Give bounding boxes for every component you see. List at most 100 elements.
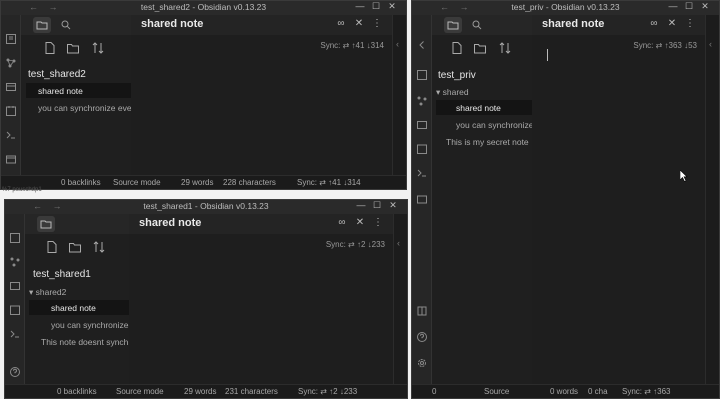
files-tab[interactable] xyxy=(37,216,55,232)
command-palette-icon[interactable] xyxy=(5,129,17,141)
right-sidebar-toggle[interactable]: ‹ xyxy=(392,15,406,189)
file-item[interactable]: This is my secret note xyxy=(436,135,532,150)
chevron-left-icon: ‹ xyxy=(709,39,712,49)
vault-name: test_priv xyxy=(438,70,476,81)
graph-view-icon[interactable] xyxy=(9,256,21,268)
chevron-left-icon: ‹ xyxy=(397,238,400,248)
more-options-icon[interactable]: ⋮ xyxy=(368,18,386,29)
text-cursor xyxy=(547,49,548,61)
sync-status[interactable]: Sync: ⇄ ↑2 ↓233 xyxy=(298,387,357,396)
chevron-down-icon: ▾ xyxy=(29,287,36,297)
sync-status[interactable]: Sync: ⇄ ↑41 ↓314 xyxy=(297,178,361,187)
window-controls: — ☐ ✕ xyxy=(665,1,713,12)
sort-icon[interactable] xyxy=(498,41,512,55)
editor-mode[interactable]: Source mode xyxy=(116,387,164,396)
note-title[interactable]: shared note xyxy=(139,217,201,229)
sync-status-top: Sync: ⇄ ↑41 ↓314 xyxy=(320,41,384,50)
backlinks-count[interactable]: 0 backlinks xyxy=(57,387,97,396)
sort-icon[interactable] xyxy=(91,41,105,55)
files-tab[interactable] xyxy=(444,17,462,33)
open-quick-switcher-icon[interactable] xyxy=(5,33,17,45)
sync-status[interactable]: Sync: ⇄ ↑363 xyxy=(622,387,671,396)
templates-icon[interactable] xyxy=(416,119,428,131)
open-vault-icon[interactable] xyxy=(416,193,428,205)
glasses-icon[interactable]: ∞ xyxy=(332,18,350,29)
close-icon[interactable]: ✕ xyxy=(663,18,681,29)
note-title[interactable]: shared note xyxy=(542,18,604,30)
command-palette-icon[interactable] xyxy=(416,167,428,179)
new-note-icon[interactable] xyxy=(450,41,464,55)
open-quick-switcher-icon[interactable] xyxy=(9,232,21,244)
folder-label: shared2 xyxy=(35,287,67,297)
editor-pane: shared note ∞ ✕ ⋮ Sync: ⇄ ↑2 ↓233 xyxy=(129,214,393,384)
sidebar-tabs xyxy=(25,214,129,234)
more-options-icon[interactable]: ⋮ xyxy=(681,18,699,29)
file-item[interactable]: you can synchronize xyxy=(29,318,129,333)
maximize-button[interactable]: ☐ xyxy=(369,200,385,211)
file-item[interactable]: you can synchronize xyxy=(436,118,532,133)
sidebar-tabs xyxy=(432,15,532,35)
editor-mode[interactable]: Source mode xyxy=(113,178,161,187)
file-explorer: test_priv ▾ shared shared note you can s… xyxy=(432,15,532,384)
open-quick-switcher-icon[interactable] xyxy=(416,69,428,81)
vault-switcher-icon[interactable] xyxy=(416,305,428,317)
daily-note-icon[interactable] xyxy=(416,143,428,155)
command-palette-icon[interactable] xyxy=(9,328,21,340)
folder-item[interactable]: ▾ shared xyxy=(436,87,469,98)
search-tab[interactable] xyxy=(57,17,75,33)
editor-actions: ∞ ✕ ⋮ xyxy=(333,217,387,228)
chevron-down-icon: ▾ xyxy=(436,87,443,97)
close-icon[interactable]: ✕ xyxy=(350,18,368,29)
backlinks-count[interactable]: 0 xyxy=(432,387,436,396)
right-sidebar-toggle[interactable]: ‹ xyxy=(705,15,719,398)
minimize-button[interactable]: — xyxy=(352,1,368,11)
daily-note-icon[interactable] xyxy=(5,105,17,117)
new-folder-icon[interactable] xyxy=(66,41,80,55)
file-item[interactable]: shared note xyxy=(436,100,532,115)
close-window-button[interactable]: ✕ xyxy=(385,200,401,211)
templates-icon[interactable] xyxy=(9,280,21,292)
file-item[interactable]: shared note xyxy=(29,300,129,315)
close-window-button[interactable]: ✕ xyxy=(384,1,400,12)
backlinks-count[interactable]: 0 backlinks xyxy=(61,178,101,187)
window-controls: — ☐ ✕ xyxy=(353,200,401,211)
note-title[interactable]: shared note xyxy=(141,18,203,30)
maximize-button[interactable]: ☐ xyxy=(368,1,384,12)
sort-icon[interactable] xyxy=(92,240,106,254)
new-note-icon[interactable] xyxy=(45,240,59,254)
search-tab[interactable] xyxy=(468,17,486,33)
new-note-icon[interactable] xyxy=(43,41,57,55)
status-bar: 0 backlinks Source mode 29 words 228 cha… xyxy=(1,175,406,189)
files-tab[interactable] xyxy=(33,17,51,33)
more-options-icon[interactable]: ⋮ xyxy=(369,217,387,228)
window-test-shared2: ← → test_shared2 - Obsidian v0.13.23 — ☐ ✕… xyxy=(0,0,407,190)
folder-item[interactable]: ▾ shared2 xyxy=(29,287,66,298)
file-item[interactable]: you can synchronize eve xyxy=(26,101,131,116)
right-sidebar-toggle[interactable]: ‹ xyxy=(393,214,407,398)
status-bar: 0 backlinks Source mode 29 words 231 cha… xyxy=(5,384,407,398)
title-bar: ← → test_shared1 - Obsidian v0.13.23 — ☐ ✕ xyxy=(5,200,407,214)
new-folder-icon[interactable] xyxy=(473,41,487,55)
new-folder-icon[interactable] xyxy=(68,240,82,254)
glasses-icon[interactable]: ∞ xyxy=(645,18,663,29)
help-icon[interactable] xyxy=(416,331,428,343)
collapse-icon[interactable] xyxy=(416,39,428,51)
close-window-button[interactable]: ✕ xyxy=(697,1,713,12)
word-count: 29 words xyxy=(181,178,214,187)
graph-view-icon[interactable] xyxy=(416,95,428,107)
glasses-icon[interactable]: ∞ xyxy=(333,217,351,228)
close-icon[interactable]: ✕ xyxy=(351,217,369,228)
daily-note-icon[interactable] xyxy=(9,304,21,316)
file-explorer: test_shared1 ▾ shared2 shared note you c… xyxy=(25,214,129,384)
help-icon[interactable] xyxy=(9,366,21,378)
file-item[interactable]: shared note xyxy=(26,83,131,98)
settings-icon[interactable] xyxy=(416,357,428,369)
file-item[interactable]: This note doesnt synch xyxy=(29,335,129,350)
graph-view-icon[interactable] xyxy=(5,57,17,69)
minimize-button[interactable]: — xyxy=(665,1,681,11)
minimize-button[interactable]: — xyxy=(353,200,369,210)
open-vault-icon[interactable] xyxy=(5,153,17,165)
templates-icon[interactable] xyxy=(5,81,17,93)
editor-mode[interactable]: Source xyxy=(484,387,509,396)
maximize-button[interactable]: ☐ xyxy=(681,1,697,12)
